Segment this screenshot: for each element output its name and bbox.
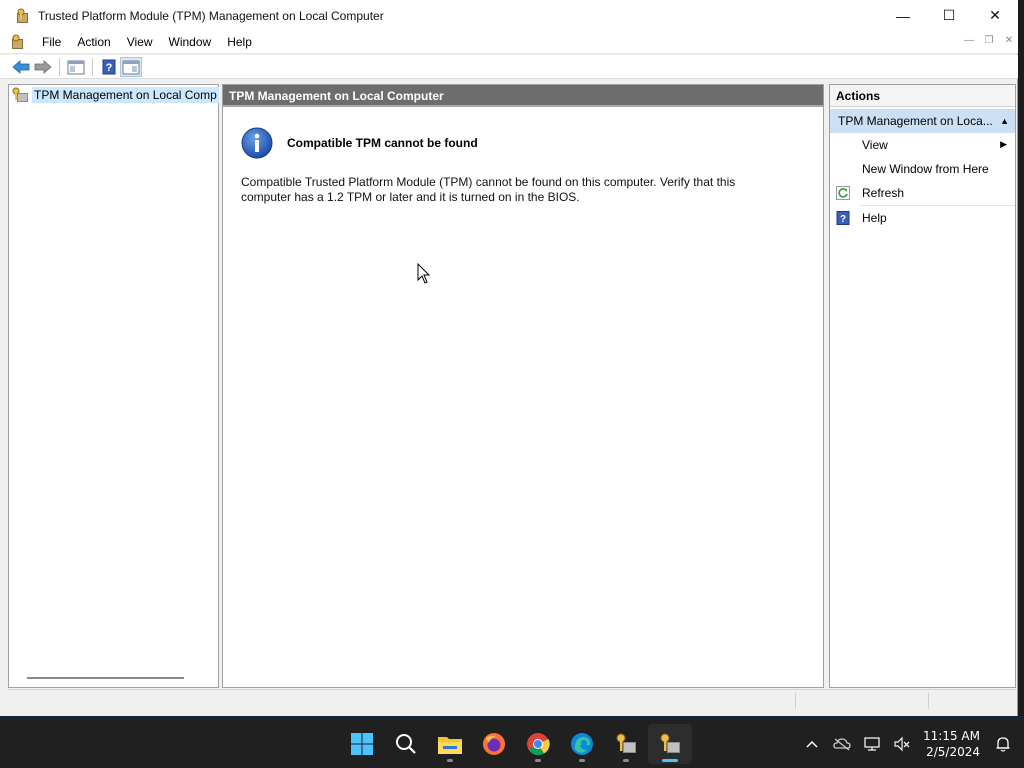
actions-pane: Actions TPM Management on Loca... ▲ View…	[829, 84, 1016, 688]
network-icon	[864, 737, 880, 751]
menu-view[interactable]: View	[119, 31, 161, 54]
clock-date: 2/5/2024	[926, 745, 980, 759]
running-indicator	[535, 759, 541, 762]
action-help[interactable]: ? Help	[830, 206, 1015, 230]
help-icon: ?	[836, 210, 850, 225]
action-label: Refresh	[862, 185, 905, 200]
firefox-button[interactable]	[472, 724, 516, 764]
mdi-close-button[interactable]: ✕	[1002, 35, 1016, 46]
status-bar	[8, 689, 1016, 712]
search-icon	[396, 734, 416, 754]
svg-text:?: ?	[840, 214, 846, 225]
bell-icon	[996, 737, 1010, 752]
forward-arrow-icon	[34, 59, 52, 74]
tpm-app-button[interactable]	[604, 724, 648, 764]
running-indicator	[623, 759, 629, 762]
toolbar-separator	[59, 57, 60, 76]
action-refresh[interactable]: Refresh	[830, 181, 1015, 205]
submenu-arrow-icon: ▶	[1000, 139, 1007, 149]
onedrive-button[interactable]	[827, 729, 857, 759]
mmc-system-menu-icon[interactable]	[10, 34, 26, 50]
refresh-icon	[836, 185, 850, 200]
toolbar: ?	[0, 55, 1018, 79]
mouse-cursor-icon	[417, 263, 431, 284]
tpm-app-icon	[616, 733, 636, 753]
actions-section-tpm[interactable]: TPM Management on Loca... ▲	[830, 109, 1015, 133]
toolbar-separator	[92, 57, 93, 76]
edge-button[interactable]	[560, 724, 604, 764]
tpm-app-active-icon	[660, 733, 680, 753]
result-pane-header: TPM Management on Local Computer	[223, 85, 823, 107]
search-button[interactable]	[384, 724, 428, 764]
horizontal-scrollbar[interactable]	[27, 677, 184, 679]
menu-file[interactable]: File	[34, 31, 69, 54]
maximize-button[interactable]: ☐	[926, 0, 972, 31]
mdi-restore-button[interactable]: ❐	[982, 35, 996, 46]
result-pane: TPM Management on Local Computer Compati…	[222, 84, 824, 688]
start-button[interactable]	[340, 724, 384, 764]
action-label: New Window from Here	[862, 161, 989, 176]
action-label: View	[862, 137, 888, 152]
chrome-icon	[527, 733, 550, 756]
taskbar: 11:15 AM 2/5/2024	[0, 720, 1024, 768]
minimize-button[interactable]: —	[880, 0, 926, 31]
status-divider	[928, 693, 929, 709]
collapse-arrow-icon[interactable]: ▲	[1000, 116, 1009, 126]
tpm-app-icon	[15, 8, 31, 24]
forward-button[interactable]	[32, 57, 54, 77]
svg-text:?: ?	[106, 62, 113, 74]
start-icon	[351, 733, 373, 755]
console-tree-pane: TPM Management on Local Comp	[8, 84, 219, 688]
menu-window[interactable]: Window	[161, 31, 220, 54]
action-new-window[interactable]: New Window from Here	[830, 157, 1015, 181]
mmc-window: Trusted Platform Module (TPM) Management…	[0, 0, 1018, 716]
active-indicator	[662, 759, 678, 762]
menu-bar: File Action View Window Help — ❐ ✕	[0, 31, 1018, 54]
chrome-button[interactable]	[516, 724, 560, 764]
action-label: Help	[862, 210, 887, 225]
show-hide-console-tree-icon	[67, 60, 85, 74]
actions-header: Actions	[830, 85, 1015, 107]
close-button[interactable]: ✕	[972, 0, 1018, 31]
action-view[interactable]: View ▶	[830, 133, 1015, 157]
tpm-snapin-icon	[11, 87, 29, 103]
status-divider	[795, 693, 796, 709]
back-arrow-icon	[12, 59, 30, 74]
firefox-icon	[483, 733, 505, 755]
tpm-management-button[interactable]	[648, 724, 692, 764]
tree-item-label: TPM Management on Local Comp	[32, 87, 219, 103]
info-icon	[241, 127, 273, 159]
tree-item-tpm-management[interactable]: TPM Management on Local Comp	[11, 86, 219, 104]
show-hide-action-pane-button[interactable]	[120, 56, 142, 77]
window-title: Trusted Platform Module (TPM) Management…	[38, 8, 384, 23]
file-explorer-icon	[438, 737, 462, 754]
clock-time: 11:15 AM	[923, 729, 980, 743]
onedrive-icon	[833, 738, 851, 751]
file-explorer-button[interactable]	[428, 724, 472, 764]
running-indicator	[447, 759, 453, 762]
message-title: Compatible TPM cannot be found	[287, 136, 478, 150]
chevron-up-icon	[806, 740, 818, 748]
mdi-minimize-button[interactable]: —	[962, 35, 976, 46]
back-button[interactable]	[10, 57, 32, 77]
volume-muted-icon	[894, 736, 910, 752]
show-hidden-icons-button[interactable]	[797, 729, 827, 759]
show-hide-action-pane-icon	[122, 60, 140, 74]
volume-button[interactable]	[887, 729, 917, 759]
show-hide-console-tree-button[interactable]	[65, 57, 87, 77]
clock[interactable]: 11:15 AM 2/5/2024	[917, 728, 988, 760]
help-icon: ?	[102, 59, 116, 74]
notifications-button[interactable]	[988, 729, 1018, 759]
menu-action[interactable]: Action	[69, 31, 118, 54]
actions-section-title: TPM Management on Loca...	[838, 114, 993, 128]
title-bar[interactable]: Trusted Platform Module (TPM) Management…	[0, 0, 1018, 31]
network-button[interactable]	[857, 729, 887, 759]
menu-help[interactable]: Help	[219, 31, 260, 54]
system-tray: 11:15 AM 2/5/2024	[797, 720, 1024, 768]
edge-icon	[571, 733, 593, 755]
running-indicator	[579, 759, 585, 762]
message-body: Compatible Trusted Platform Module (TPM)…	[241, 175, 736, 204]
help-button[interactable]: ?	[98, 57, 120, 77]
